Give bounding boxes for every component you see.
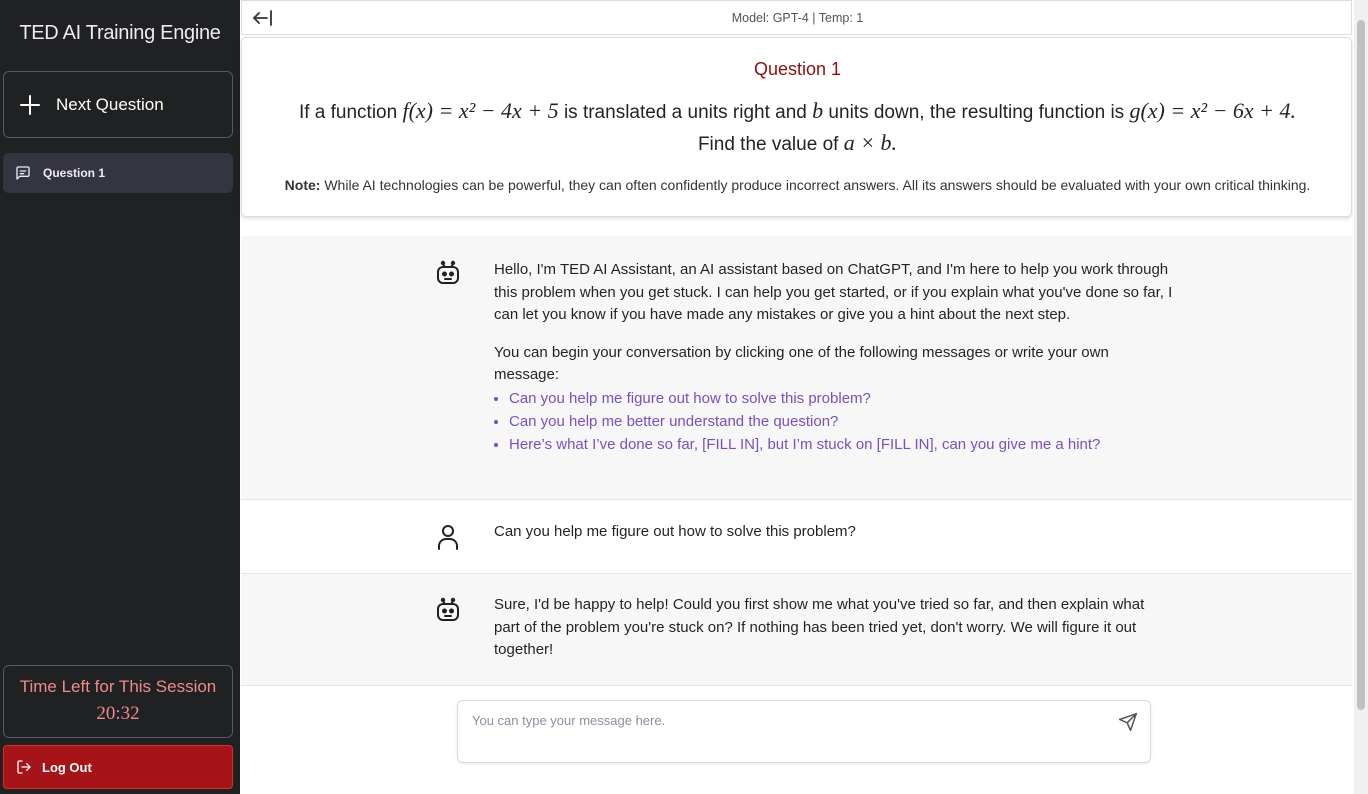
timer-value: 20:32 <box>96 703 140 724</box>
question-text-part: is translated a units right and <box>558 102 813 123</box>
log-out-icon <box>17 760 31 774</box>
question-text: If a function f(x) = x² − 4x + 5 is tran… <box>262 96 1333 160</box>
chat-message-user: Can you help me figure out how to solve … <box>241 500 1352 574</box>
robot-icon <box>437 597 459 621</box>
next-question-label: Next Question <box>56 94 164 114</box>
suggestion-link[interactable]: Here’s what I’ve done so far, [FILL IN],… <box>509 433 1174 456</box>
suggestion-link[interactable]: Can you help me figure out how to solve … <box>509 387 1174 410</box>
user-icon <box>438 525 458 550</box>
timer-label: Time Left for This Session <box>19 677 217 696</box>
question-card: Question 1 If a function f(x) = x² − 4x … <box>241 37 1352 217</box>
session-timer: Time Left for This Session 20:32 <box>3 665 233 738</box>
math-g: g(x) = x² − 6x + 4. <box>1129 98 1297 123</box>
logout-button[interactable]: Log Out <box>3 745 233 789</box>
suggestion-list: Can you help me figure out how to solve … <box>509 387 1174 456</box>
math-f: f(x) = x² − 4x + 5 <box>402 98 559 123</box>
math-axb: a × b. <box>843 130 898 155</box>
question-text-part: If a function <box>298 102 403 123</box>
question-text-part: units down, the resulting function is <box>823 102 1130 123</box>
question-note: Note: While AI technologies can be power… <box>242 177 1353 193</box>
next-question-button[interactable]: Next Question <box>3 71 233 138</box>
question-text-part: Find the value of <box>697 134 844 155</box>
message-input-box <box>457 700 1151 763</box>
sidebar-item-question-1[interactable]: Question 1 <box>3 153 233 193</box>
scrollbar[interactable] <box>1354 0 1368 794</box>
message-input[interactable] <box>472 713 1092 753</box>
logout-label: Log Out <box>42 759 92 775</box>
plus-icon <box>18 93 42 117</box>
send-icon[interactable] <box>1118 712 1138 732</box>
note-label: Note: <box>284 177 321 193</box>
message-text: Sure, I'd be happy to help! Could you fi… <box>494 596 1145 658</box>
top-bar: Model: GPT-4 | Temp: 1 <box>241 0 1352 35</box>
app-title: TED AI Training Engine <box>19 22 221 44</box>
message-text: Hello, I'm TED AI Assistant, an AI assis… <box>494 259 1174 456</box>
robot-icon <box>437 260 459 284</box>
sidebar-item-label: Question 1 <box>43 166 106 180</box>
chat-message-bot: Sure, I'd be happy to help! Could you fi… <box>241 574 1352 686</box>
message-text: Can you help me figure out how to solve … <box>494 523 856 540</box>
scrollbar-thumb[interactable] <box>1357 20 1365 710</box>
sidebar: TED AI Training Engine Next Question Que… <box>0 0 240 794</box>
chat-thread: Hello, I'm TED AI Assistant, an AI assis… <box>241 236 1352 686</box>
note-text: While AI technologies can be powerful, t… <box>320 177 1311 193</box>
suggestion-link[interactable]: Can you help me better understand the qu… <box>509 410 1174 433</box>
chat-message-bot: Hello, I'm TED AI Assistant, an AI assis… <box>241 236 1352 500</box>
message-square-icon <box>16 166 30 180</box>
model-info: Model: GPT-4 | Temp: 1 <box>731 11 864 25</box>
message-paragraph: Hello, I'm TED AI Assistant, an AI assis… <box>494 261 1173 323</box>
math-b: b <box>812 98 824 123</box>
message-paragraph: You can begin your conversation by click… <box>494 343 1109 384</box>
question-title: Question 1 <box>753 59 842 79</box>
